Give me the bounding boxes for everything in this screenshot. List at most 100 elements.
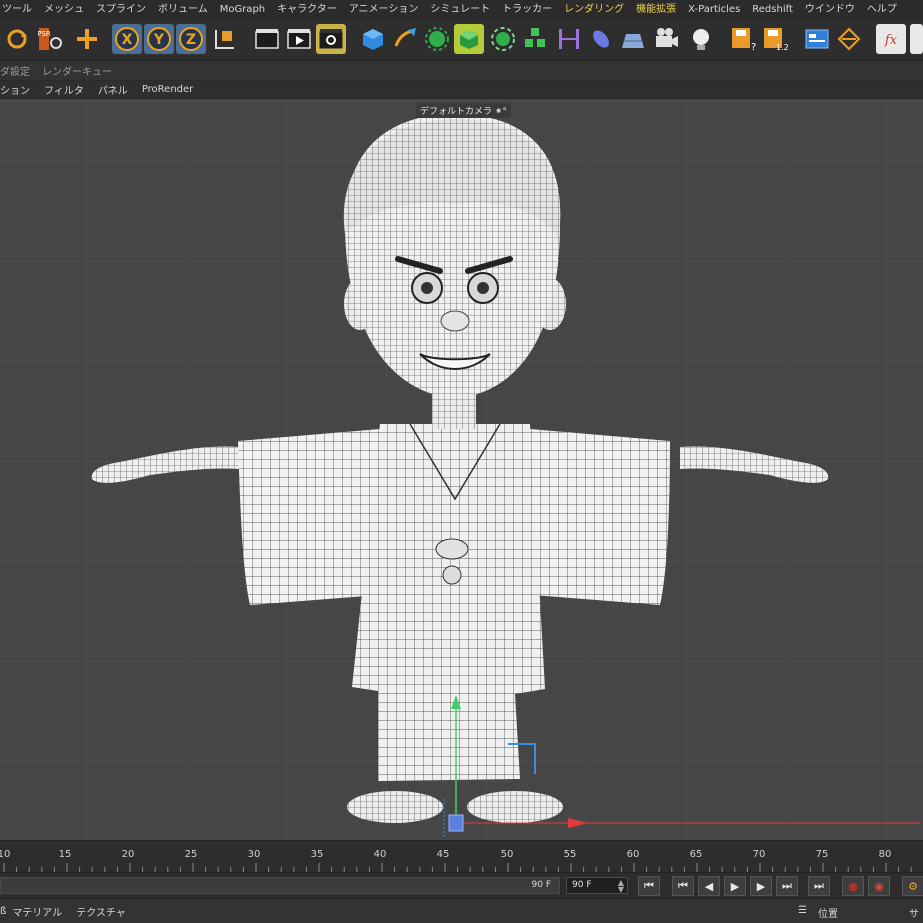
menu-extensions[interactable]: 機能拡張: [630, 0, 682, 19]
viewport-menu-panel[interactable]: パネル: [98, 82, 128, 97]
tick-label: 30: [247, 849, 261, 860]
next-key-button[interactable]: ⏭: [776, 876, 798, 896]
camera-icon[interactable]: [652, 24, 682, 54]
keyframe-settings-icon[interactable]: ⚙: [902, 876, 923, 896]
render-view-icon[interactable]: [252, 24, 282, 54]
menu-mesh[interactable]: メッシュ: [38, 0, 90, 19]
z-axis-lock-button[interactable]: Z: [176, 24, 206, 54]
svg-text:X: X: [122, 32, 133, 48]
xpresso-icon[interactable]: fx: [876, 24, 906, 54]
go-to-end-button[interactable]: ⏭: [808, 876, 830, 896]
materials-tab[interactable]: マテリアル: [12, 904, 62, 919]
viewport-menu-options[interactable]: ション: [0, 82, 30, 97]
size-label-truncated: サ: [909, 909, 919, 920]
tick-label: 40: [373, 849, 387, 860]
stepper-arrows-icon[interactable]: ▲ ▼: [618, 879, 624, 894]
tick-label: 50: [500, 849, 514, 860]
layout-icon[interactable]: [802, 24, 832, 54]
cloner-icon[interactable]: [488, 24, 518, 54]
auto-key-button[interactable]: ◉: [868, 876, 890, 896]
tick-label: 45: [436, 849, 450, 860]
menu-lines-icon[interactable]: ☰: [798, 905, 807, 916]
extrude-icon[interactable]: [454, 24, 484, 54]
menu-volume[interactable]: ボリューム: [152, 0, 214, 19]
play-button[interactable]: ▶: [724, 876, 746, 896]
previous-key-button[interactable]: ⏮: [672, 876, 694, 896]
menu-simulate[interactable]: シミュレート: [424, 0, 496, 19]
next-frame-button[interactable]: ▶: [750, 876, 772, 896]
tick-label: 35: [310, 849, 324, 860]
tick-label: 60: [626, 849, 640, 860]
menu-animation[interactable]: アニメーション: [343, 0, 425, 19]
main-toolbar: PSR X Y Z ? 1.2 fx: [0, 19, 923, 61]
menu-window[interactable]: ウインドウ: [799, 0, 861, 19]
menu-x-particles[interactable]: X-Particles: [682, 0, 746, 19]
add-tool-icon[interactable]: [72, 24, 102, 54]
menu-tracker[interactable]: トラッカー: [496, 0, 558, 19]
tick-label: 15: [58, 849, 72, 860]
current-frame-field[interactable]: 90 F ▲ ▼: [566, 877, 628, 894]
light-icon[interactable]: [686, 24, 716, 54]
preview-range-slider[interactable]: 90 F: [0, 877, 560, 894]
kimono-body: [352, 423, 545, 781]
3d-viewport[interactable]: デフォルトカメラ ⁕°: [0, 99, 923, 840]
psr-icon[interactable]: PSR: [36, 24, 66, 54]
cube-icon[interactable]: [358, 24, 388, 54]
svg-text:1.2..: 1.2..: [776, 43, 788, 52]
viewport-menu-prorender[interactable]: ProRender: [142, 84, 193, 95]
tick-label: 55: [563, 849, 577, 860]
y-axis-lock-button[interactable]: Y: [144, 24, 174, 54]
viewport-grid: [0, 99, 923, 840]
previous-frame-button[interactable]: ◀: [698, 876, 720, 896]
panel-edge-icon: ß: [0, 905, 7, 917]
svg-text:Y: Y: [153, 32, 165, 48]
field-icon[interactable]: [586, 24, 616, 54]
floor-icon[interactable]: [618, 24, 648, 54]
render-settings-icon[interactable]: [316, 24, 346, 54]
rotate-tool-icon[interactable]: [2, 24, 32, 54]
tick-label: 80: [878, 849, 892, 860]
position-label: 位置: [818, 909, 838, 920]
menu-redshift[interactable]: Redshift: [746, 0, 799, 19]
transfer-icon[interactable]: [834, 24, 864, 54]
menu-spline[interactable]: スプライン: [90, 0, 152, 19]
render-region-icon[interactable]: 1.2..: [760, 24, 790, 54]
svg-text:?: ?: [751, 42, 756, 52]
tick-label: 75: [815, 849, 829, 860]
deformer-icon[interactable]: [554, 24, 584, 54]
timeline-ruler[interactable]: 10 15 20 25 30 35 40 45 50 55 60 65 70 7…: [0, 840, 923, 873]
transport-bar: 90 F 90 F ▲ ▼ ⏮ ⏮ ◀ ▶ ▶ ⏭ ⏭ ● ◉ ⚙: [0, 872, 923, 898]
svg-text:Z: Z: [186, 32, 196, 48]
render-picture-viewer-icon[interactable]: [284, 24, 314, 54]
menu-character[interactable]: キャラクター: [271, 0, 343, 19]
current-frame-value: 90 F: [572, 880, 592, 890]
range-end-label: 90 F: [531, 880, 552, 890]
menu-bar: ツール メッシュ スプライン ボリューム MoGraph キャラクター アニメー…: [0, 0, 923, 19]
go-to-start-button[interactable]: ⏮: [638, 876, 660, 896]
ruler-ticks: [3, 863, 912, 873]
textures-tab[interactable]: テクスチャ: [76, 904, 126, 919]
right-sleeve: [520, 429, 670, 605]
bottom-panel-bar: ß マテリアル テクスチャ ☰ 位置 サ: [0, 898, 923, 923]
menu-tools[interactable]: ツール: [0, 0, 38, 19]
save-incremental-icon[interactable]: ?: [728, 24, 758, 54]
render-queue-tab[interactable]: レンダーキュー: [42, 63, 112, 78]
tick-label: 70: [752, 849, 766, 860]
mograph-cubes-icon[interactable]: [520, 24, 550, 54]
tick-label: 65: [689, 849, 703, 860]
camera-label[interactable]: デフォルトカメラ ⁕°: [416, 103, 511, 118]
menu-render[interactable]: レンダリング: [558, 0, 630, 19]
record-button[interactable]: ●: [842, 876, 864, 896]
viewport-menu: ション フィルタ パネル ProRender: [0, 81, 923, 99]
coordinate-system-icon[interactable]: [210, 24, 240, 54]
viewport-menu-filter[interactable]: フィルタ: [44, 82, 84, 97]
x-axis-lock-button[interactable]: X: [112, 24, 142, 54]
menu-help[interactable]: ヘルプ: [861, 0, 903, 19]
subdivision-surface-icon[interactable]: [422, 24, 452, 54]
pen-tool-icon[interactable]: [390, 24, 420, 54]
render-subbar: ダ設定 レンダーキュー: [0, 61, 923, 81]
tick-label: 10: [0, 849, 11, 860]
render-settings-tab[interactable]: ダ設定: [0, 63, 30, 78]
menu-mograph[interactable]: MoGraph: [214, 0, 271, 19]
more-tools-icon[interactable]: [910, 24, 923, 54]
